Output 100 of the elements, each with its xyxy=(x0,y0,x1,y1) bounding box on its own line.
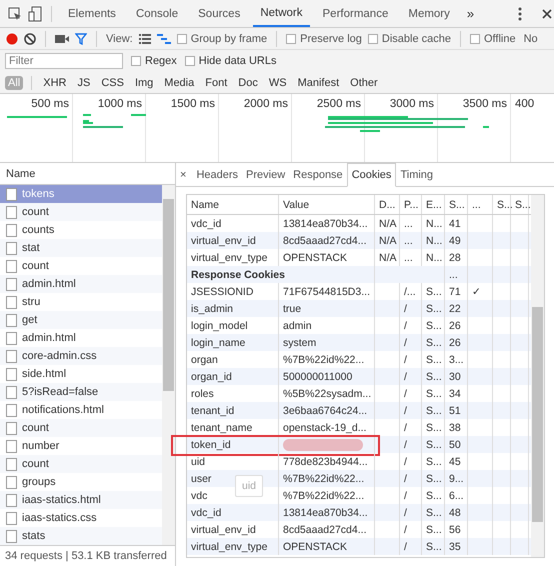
camera-icon[interactable] xyxy=(55,34,69,44)
request-row[interactable]: admin.html xyxy=(0,275,162,293)
request-row[interactable]: admin.html xyxy=(0,329,162,347)
list-icon[interactable] xyxy=(138,34,151,44)
checkbox[interactable] xyxy=(368,34,378,44)
file-icon xyxy=(6,314,17,326)
table-cell: / xyxy=(400,402,422,419)
checkbox-label: Disable cache xyxy=(382,32,451,44)
more-tabs-button[interactable]: » xyxy=(462,6,478,21)
request-row[interactable]: core-admin.css xyxy=(0,347,162,365)
table-cell: S... xyxy=(422,538,445,555)
table-cell: token_id xyxy=(187,436,279,453)
table-cell: 51 xyxy=(445,402,468,419)
devtools-tab[interactable]: Elements xyxy=(61,0,123,27)
type-filter-button[interactable]: Img xyxy=(132,76,156,90)
type-filter-button[interactable]: Media xyxy=(161,76,198,90)
type-filter-button[interactable]: JS xyxy=(74,76,94,90)
table-cell: S... xyxy=(422,436,445,453)
file-icon xyxy=(6,512,17,524)
table-cell: openstack-19_d... xyxy=(279,419,375,436)
column-header[interactable]: P... xyxy=(400,195,422,214)
scrollbar[interactable] xyxy=(531,195,544,557)
request-row[interactable]: count xyxy=(0,455,162,473)
column-header[interactable]: Value xyxy=(279,195,375,214)
file-icon xyxy=(6,368,17,380)
type-filter-button[interactable]: Doc xyxy=(235,76,261,90)
detail-tab[interactable]: Timing xyxy=(396,163,438,186)
device-icon[interactable] xyxy=(28,6,42,22)
request-row[interactable]: 5?isRead=false xyxy=(0,383,162,401)
request-row[interactable]: count xyxy=(0,203,162,221)
detail-tab[interactable]: Cookies xyxy=(346,163,396,187)
type-filter-button[interactable]: WS xyxy=(266,76,290,90)
request-row[interactable]: iaas-statics.css xyxy=(0,509,162,527)
devtools-tab[interactable]: Memory xyxy=(401,0,457,27)
devtools-tab[interactable]: Performance xyxy=(316,0,396,27)
checkbox[interactable] xyxy=(286,34,296,44)
scrollbar[interactable] xyxy=(162,185,175,545)
request-row[interactable]: iaas-statics.html xyxy=(0,491,162,509)
checkbox[interactable] xyxy=(176,34,187,44)
menu-icon[interactable] xyxy=(518,6,522,20)
record-icon[interactable] xyxy=(6,32,18,44)
column-header[interactable]: ... xyxy=(468,195,493,214)
request-row[interactable]: stru xyxy=(0,293,162,311)
file-icon xyxy=(6,278,17,290)
table-cell: / xyxy=(400,334,422,351)
throttling-select[interactable]: No xyxy=(524,32,538,44)
column-header[interactable]: S... xyxy=(511,195,529,214)
detail-tab[interactable]: Headers xyxy=(192,163,242,186)
table-cell: %7B%22id%22... xyxy=(279,470,375,487)
type-filter-button[interactable]: XHR xyxy=(40,76,70,90)
table-cell: virtual_env_id xyxy=(187,232,279,249)
column-header[interactable]: S... xyxy=(445,195,468,214)
close-button[interactable]: × xyxy=(180,163,192,186)
table-cell: 48 xyxy=(445,504,468,521)
file-icon xyxy=(6,296,17,308)
request-row[interactable]: counts xyxy=(0,221,162,239)
file-icon xyxy=(6,260,17,272)
table-cell: virtual_env_type xyxy=(187,538,279,555)
detail-tab[interactable]: Preview xyxy=(242,163,290,186)
column-header[interactable]: D... xyxy=(375,195,400,214)
request-row[interactable]: number xyxy=(0,437,162,455)
request-row[interactable]: get xyxy=(0,311,162,329)
type-filter-button[interactable]: CSS xyxy=(98,76,127,90)
file-icon xyxy=(6,224,17,236)
table-cell: N... xyxy=(422,232,445,249)
inspect-icon[interactable] xyxy=(8,6,22,20)
filter-field[interactable]: Filter xyxy=(5,53,123,69)
column-header[interactable]: E... xyxy=(422,195,445,214)
column-header[interactable]: S... xyxy=(493,195,511,214)
devtools-tab[interactable]: Console xyxy=(128,0,186,27)
column-header[interactable]: Name xyxy=(187,195,279,214)
time-tick-label: 400 xyxy=(515,98,534,110)
checkbox[interactable] xyxy=(470,34,480,44)
request-row[interactable]: stat xyxy=(0,239,162,257)
request-row[interactable]: notifications.html xyxy=(0,401,162,419)
waterfall-icon[interactable] xyxy=(156,34,171,44)
type-filter-button[interactable]: Manifest xyxy=(294,76,342,90)
table-cell: 13814ea870b34... xyxy=(279,504,375,521)
type-filter-button[interactable]: Font xyxy=(202,76,230,90)
devtools-tab[interactable]: Sources xyxy=(191,0,248,27)
time-tick-label: 2500 ms xyxy=(316,98,361,110)
time-tick-label: 2000 ms xyxy=(244,98,288,110)
request-row[interactable]: count xyxy=(0,419,162,437)
filter-icon[interactable] xyxy=(75,32,87,44)
close-icon[interactable] xyxy=(542,8,552,18)
checkbox-label: Hide data URLs xyxy=(198,55,276,67)
checkbox[interactable] xyxy=(184,56,195,66)
request-row[interactable]: side.html xyxy=(0,365,162,383)
checkbox[interactable] xyxy=(131,56,141,66)
table-cell: N/A xyxy=(375,232,400,249)
table-cell: 30 xyxy=(445,368,468,385)
file-icon xyxy=(6,350,17,362)
type-filter-button[interactable]: Other xyxy=(347,76,381,90)
clear-icon[interactable] xyxy=(24,32,36,44)
file-icon xyxy=(6,386,17,398)
detail-tab[interactable]: Response xyxy=(289,163,347,186)
file-icon xyxy=(6,188,17,200)
request-row[interactable]: stats xyxy=(0,527,162,545)
request-row[interactable]: groups xyxy=(0,473,162,491)
request-row[interactable]: count xyxy=(0,257,162,275)
